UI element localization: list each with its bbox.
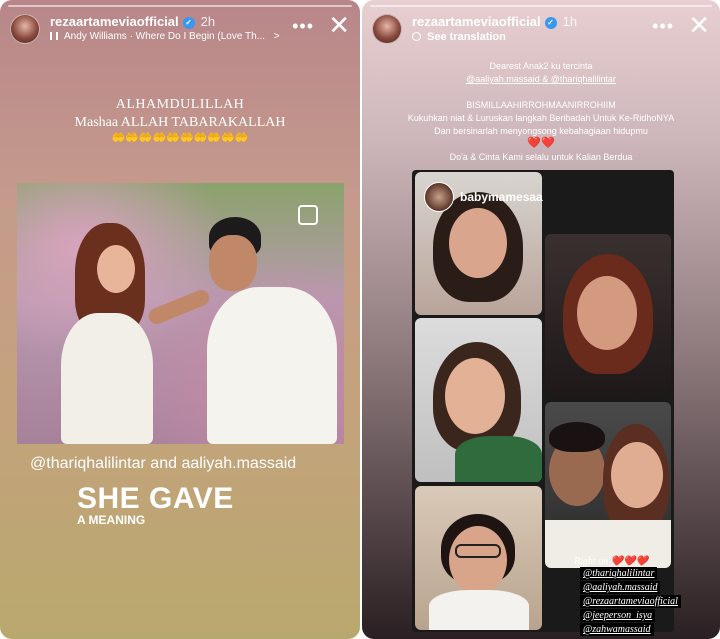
story-panel-left[interactable]: rezaartameviaofficial ✓ 2h Andy Williams ·… [0, 0, 360, 639]
translation-row[interactable]: See translation [412, 31, 506, 43]
greeting-line: Dearest Anak2 ku tercinta [489, 61, 593, 71]
prayer-line-2: Dan bersinarlah menyongsong kebahagiaan … [434, 126, 648, 136]
username-row[interactable]: rezaartameviaofficial ✓ 1h [412, 14, 577, 29]
close-icon[interactable]: ✕ [328, 12, 350, 38]
mention-tag[interactable]: @rezaartameviaofficial [580, 595, 681, 608]
username[interactable]: rezaartameviaofficial [50, 14, 179, 29]
mention-caption[interactable]: @thariqhalilintar and aaliyah.massaid [30, 455, 296, 473]
story-panel-right[interactable]: rezaartameviaofficial ✓ 1h See translation… [362, 0, 720, 639]
username-row[interactable]: rezaartameviaofficial ✓ 2h [50, 14, 215, 29]
chevron-right-icon: > [273, 31, 280, 42]
verified-badge-icon: ✓ [544, 17, 557, 29]
video-tile-right-top [545, 234, 671, 398]
music-title: Andy Williams · Where Do I Begin (Love T… [64, 31, 265, 42]
headline-text: SHE GAVE [77, 482, 234, 515]
mention-tags-list: Right on ❤️❤️❤️ @thariqhalilintar @aaliya… [562, 556, 717, 637]
story-header: rezaartameviaofficial ✓ 2h Andy Williams ·… [10, 12, 350, 48]
username[interactable]: rezaartameviaofficial [412, 14, 541, 29]
bismillah-line: BISMILLAAHIRROHMAANIRROHIIM [466, 100, 616, 110]
more-options-icon[interactable]: ••• [652, 16, 674, 37]
tags-header: Right on ❤️❤️❤️ [574, 556, 649, 567]
man-figure [146, 217, 337, 444]
story-progress-bar [8, 5, 352, 7]
post-time: 2h [200, 14, 216, 29]
profile-avatar[interactable] [372, 14, 402, 44]
subheadline-text: A MEANING [77, 513, 146, 527]
music-bars-icon [50, 32, 58, 40]
prayer-line-1: Kukuhkan niat & Luruskan langkah Beribad… [407, 113, 675, 123]
prayer-line-3: Do'a & Cinta Kami selalu untuk Kalian Be… [449, 152, 633, 162]
video-tile-left-middle [415, 318, 542, 482]
hearts-emoji: ❤️❤️ [527, 137, 555, 149]
shared-post-photo[interactable] [17, 183, 344, 444]
story-header: rezaartameviaofficial ✓ 1h See translation… [372, 12, 710, 48]
music-row[interactable]: Andy Williams · Where Do I Begin (Love T… [50, 31, 280, 42]
story-text-line-1: ALHAMDULILLAH [115, 97, 245, 112]
post-time: 1h [562, 14, 578, 29]
tags-container: @thariqhalilintar @aaliyah.massaid @rezaar… [562, 567, 717, 636]
profile-avatar[interactable] [10, 14, 40, 44]
mention-tag[interactable]: @aaliyah.massaid [580, 581, 661, 594]
story-progress-bar [370, 5, 712, 7]
video-tile-right-bottom [545, 402, 671, 568]
more-options-icon[interactable]: ••• [292, 16, 314, 37]
mentions-line[interactable]: @aaliyah.massaid & @thariqhalilintar [362, 74, 720, 84]
embedded-avatar [424, 182, 454, 212]
mention-tag[interactable]: @zahwamassaid [580, 623, 654, 636]
close-icon[interactable]: ✕ [688, 12, 710, 38]
praying-hands-emoji-row: 🤲🤲🤲🤲🤲🤲🤲🤲🤲🤲 [111, 132, 249, 144]
verified-badge-icon: ✓ [182, 17, 195, 29]
embedded-username: babymamesaa [460, 190, 543, 204]
translate-icon [412, 32, 421, 41]
mention-tag[interactable]: @thariqhalilintar [580, 567, 658, 580]
see-translation-link[interactable]: See translation [427, 31, 506, 43]
mention-tag[interactable]: @jeeperson_isya [580, 609, 656, 622]
woman-figure [55, 223, 165, 444]
story-text-line-2: Mashaa ALLAH TABARAKALLAH [74, 115, 286, 130]
video-tile-left-bottom [415, 486, 542, 630]
